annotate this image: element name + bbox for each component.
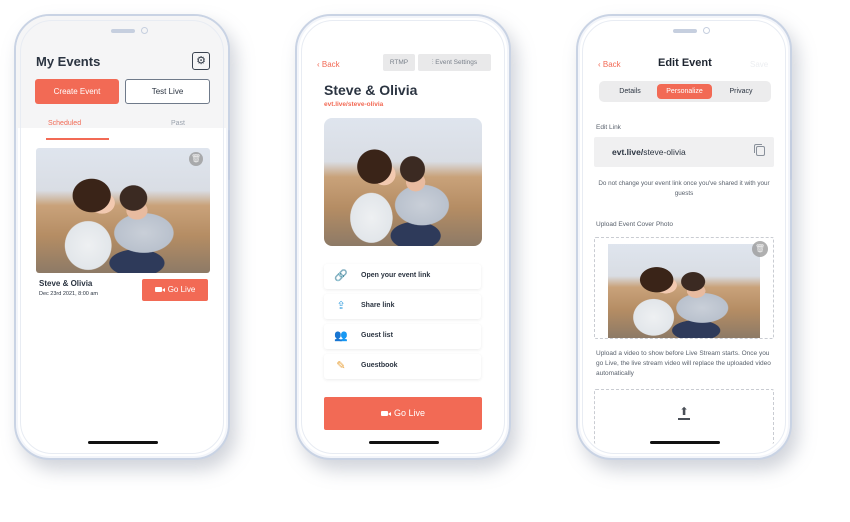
create-event-button[interactable]: Create Event — [35, 79, 119, 104]
edit-link-input[interactable]: evt.live/steve-olivia — [594, 137, 774, 167]
go-live-label: Go Live — [167, 285, 196, 294]
action-label: Open your event link — [361, 272, 431, 279]
event-name: Steve & Olivia — [39, 279, 93, 288]
edit-link-value: evt.live/steve-olivia — [612, 147, 686, 157]
home-indicator — [88, 441, 158, 444]
go-live-button[interactable]: Go Live — [324, 397, 482, 430]
segment-privacy[interactable]: Privacy — [715, 84, 767, 99]
back-label: Back — [602, 60, 621, 69]
back-button[interactable]: ‹ Back — [598, 60, 621, 69]
front-camera — [141, 27, 148, 34]
event-cover-photo[interactable] — [36, 148, 210, 273]
home-indicator — [369, 441, 439, 444]
speaker-grille — [673, 29, 697, 33]
guestbook-item[interactable]: ✎ Guestbook — [324, 354, 481, 379]
guests-icon: 👥 — [334, 330, 348, 342]
event-date: Dec 23rd 2021, 8:00 am — [39, 291, 99, 297]
cover-photo-label: Upload Event Cover Photo — [596, 221, 673, 228]
phone-event-detail: ‹ Back RTMP ⫶ Event Settings Steve & Oli… — [295, 14, 511, 460]
link-warning-note: Do not change your event link once you'v… — [598, 180, 770, 197]
rtmp-button[interactable]: RTMP — [383, 54, 415, 71]
event-settings-button[interactable]: ⫶ Event Settings — [418, 54, 491, 71]
event-title: Steve & Olivia — [324, 82, 418, 98]
tab-past[interactable]: Past — [171, 120, 185, 127]
go-live-button[interactable]: Go Live — [142, 279, 208, 301]
edit-link-label: Edit Link — [596, 124, 621, 131]
action-label: Share link — [361, 302, 395, 309]
link-slug: steve-olivia — [643, 147, 686, 157]
copy-icon[interactable] — [754, 144, 765, 156]
side-button — [509, 130, 511, 180]
action-label: Guest list — [361, 332, 393, 339]
link-icon: 🔗 — [334, 270, 348, 282]
tab-scheduled[interactable]: Scheduled — [48, 120, 81, 127]
segmented-control: Details Personalize Privacy — [599, 81, 771, 102]
go-live-label: Go Live — [393, 408, 426, 418]
action-label: Guestbook — [361, 362, 398, 369]
speaker-grille — [111, 29, 135, 33]
share-link-item[interactable]: ⇪ Share link — [324, 294, 481, 319]
phone-edit-event: ‹ Back Edit Event Save Details Personali… — [576, 14, 792, 460]
upload-video-note: Upload a video to show before Live Strea… — [596, 350, 771, 377]
save-button[interactable]: Save — [750, 60, 768, 69]
phone-my-events: My Events ⚙ Create Event Test Live Sched… — [14, 14, 230, 460]
front-camera — [703, 27, 710, 34]
active-tab-indicator — [46, 138, 109, 140]
trash-icon: 🗑 — [754, 244, 766, 253]
event-cover-photo — [324, 118, 482, 246]
event-link[interactable]: evt.live/steve-olivia — [324, 101, 383, 108]
back-label: Back — [321, 60, 340, 69]
side-button — [228, 130, 230, 180]
open-event-link-item[interactable]: 🔗 Open your event link — [324, 264, 481, 289]
link-prefix: evt.live/ — [612, 147, 644, 157]
trash-icon: 🗑 — [190, 154, 202, 163]
video-camera-icon — [154, 287, 165, 292]
page-title: Edit Event — [658, 57, 712, 69]
guestbook-icon: ✎ — [336, 360, 346, 372]
segment-personalize[interactable]: Personalize — [657, 84, 712, 99]
share-icon: ⇪ — [336, 300, 346, 312]
guest-list-item[interactable]: 👥 Guest list — [324, 324, 481, 349]
back-button[interactable]: ‹ Back — [317, 60, 340, 69]
home-indicator — [650, 441, 720, 444]
gear-icon: ⚙ — [196, 55, 206, 67]
test-live-button[interactable]: Test Live — [125, 79, 210, 104]
segment-details[interactable]: Details — [605, 84, 655, 99]
delete-event-button[interactable]: 🗑 — [189, 152, 203, 166]
upload-icon[interactable]: ⬆ — [678, 406, 690, 420]
event-settings-label: Event Settings — [435, 59, 478, 66]
page-title: My Events — [36, 54, 101, 69]
side-button — [790, 130, 792, 180]
video-camera-icon — [380, 411, 391, 416]
settings-button[interactable]: ⚙ — [192, 52, 210, 70]
cover-photo-preview — [608, 244, 760, 338]
delete-cover-button[interactable]: 🗑 — [752, 241, 768, 257]
